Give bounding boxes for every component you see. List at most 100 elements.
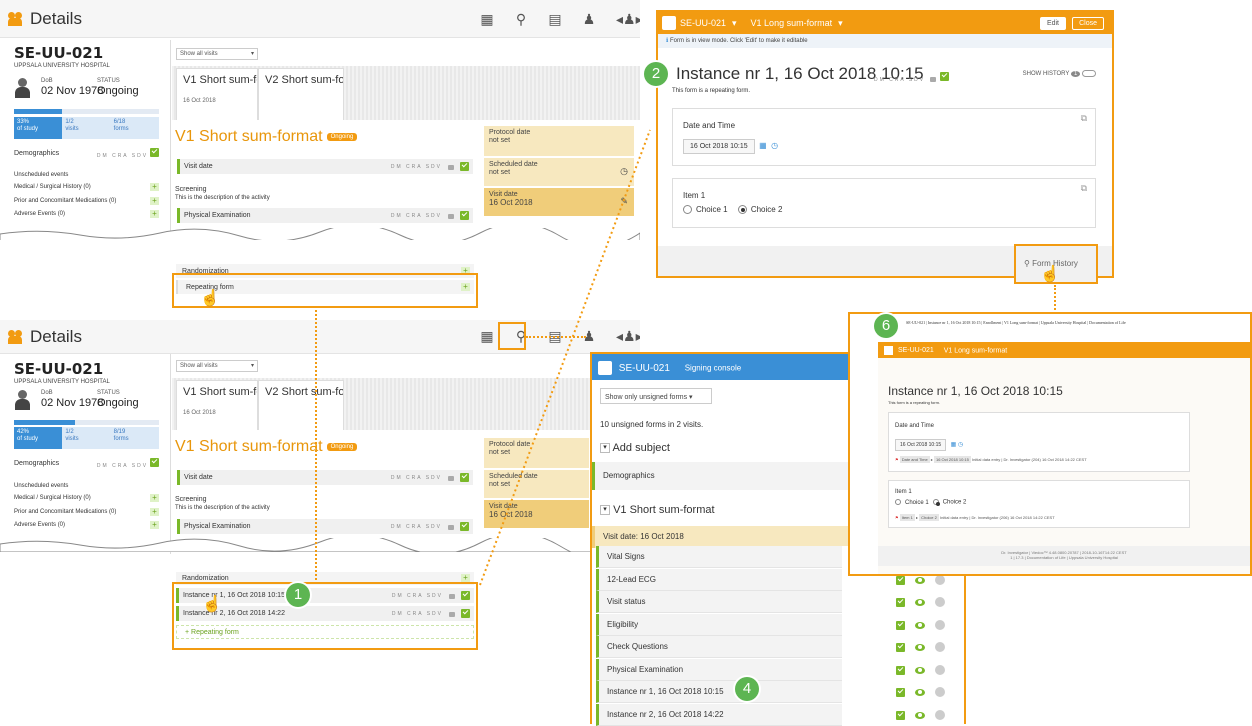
people-icon [8, 12, 26, 26]
visit-name: V1 Long sum-format [750, 18, 833, 28]
signing-form-row[interactable]: 12-Lead ECG [596, 569, 842, 591]
form-name: Instance nr 1, 16 Oct 2018 10:15 [607, 687, 724, 696]
signing-form-row[interactable]: Visit status [596, 591, 842, 613]
history-entry: ⚑ Item 1 ▸ Choice 2 Initial data entry |… [895, 514, 1055, 521]
view-eye-icon[interactable] [915, 711, 925, 719]
form-name: Visit status [607, 597, 646, 606]
copy-icon[interactable]: ⧉ [1081, 183, 1087, 194]
stat-visits: 1/2 visits [65, 119, 79, 132]
form-row-visit-date[interactable]: Visit date DM CRA SDV [177, 159, 473, 174]
view-eye-icon[interactable] [915, 621, 925, 629]
signing-icon[interactable]: ⚲ [514, 11, 528, 27]
sign-icon[interactable] [935, 597, 945, 607]
date-input[interactable]: 16 Oct 2018 10:15 [683, 139, 755, 154]
signed-check-icon [896, 597, 905, 607]
signed-check-icon [896, 687, 905, 697]
form-row-physical-exam[interactable]: Physical Examination DM CRA SDV [177, 519, 473, 534]
view-eye-icon[interactable] [915, 598, 925, 606]
event-row[interactable]: Adverse Events (0) + [14, 521, 159, 529]
signing-form-row[interactable]: Instance nr 1, 16 Oct 2018 10:15 [596, 681, 842, 703]
grid-icon[interactable]: ▦ [480, 11, 494, 27]
avatar [662, 16, 676, 30]
history-repeating-note: This form is a repeating form. [888, 400, 941, 405]
visit-section[interactable]: ▾ V1 Short sum-format [600, 504, 715, 516]
form-name: Eligibility [607, 620, 639, 629]
visit-title: V1 Short sum-format Ongoing [175, 128, 358, 146]
visit-tab[interactable]: V2 Short sum-fo [258, 380, 344, 430]
sign-icon[interactable] [935, 642, 945, 652]
sign-icon[interactable] [935, 665, 945, 675]
stat-forms: 8/19 forms [113, 429, 129, 442]
sign-icon[interactable] [935, 575, 945, 585]
visits-filter[interactable]: Show all visits [176, 360, 258, 372]
unsigned-filter[interactable]: Show only unsigned forms ▾ [600, 388, 712, 404]
view-eye-icon[interactable] [915, 643, 925, 651]
signing-form-row[interactable]: Physical Examination [596, 659, 842, 681]
visit-tab[interactable]: V2 Short sum-fo [258, 68, 344, 120]
choice2-label: Choice 2 [750, 205, 783, 214]
sign-icon[interactable] [935, 620, 945, 630]
demographics-row[interactable]: Demographics DM CRA SDV [14, 148, 159, 159]
history-instance-title: Instance nr 1, 16 Oct 2018 10:15 [888, 384, 1063, 398]
event-row[interactable]: Medical / Surgical History (0) + [14, 183, 159, 191]
progress-bar [14, 109, 159, 114]
status-label: STATUS [97, 390, 120, 396]
form-row-physical-exam[interactable]: Physical Examination DM CRA SDV [177, 208, 473, 223]
signed-check-icon [896, 665, 905, 675]
add-subject-section[interactable]: ▾ Add subject [600, 442, 670, 454]
view-eye-icon[interactable] [915, 688, 925, 696]
form-window-header: SE-UU-021 ▾ V1 Long sum-format ▾ Edit Clos… [658, 12, 1112, 34]
document-icon[interactable]: ▤ [548, 11, 562, 27]
demographics-row[interactable]: Demographics DM CRA SDV [14, 458, 159, 469]
unsigned-summary: 10 unsigned forms in 2 visits. [600, 420, 704, 429]
visits-filter[interactable]: Show all visits [176, 48, 258, 60]
screening-title: Screening [175, 496, 207, 503]
event-row[interactable]: Adverse Events (0) + [14, 210, 159, 218]
connector-line [315, 310, 317, 580]
unscheduled-label: Unscheduled events [14, 483, 69, 489]
form-row-visit-date[interactable]: Visit date DM CRA SDV [177, 470, 473, 485]
status-value: Ongoing [97, 397, 139, 409]
signing-form-row[interactable]: Check Questions [596, 636, 842, 658]
hand-cursor-icon: ☝ [1040, 266, 1060, 283]
event-row[interactable]: Prior and Concomitant Medications (0) + [14, 508, 159, 516]
choice1-radio[interactable] [683, 205, 692, 215]
visit-tab[interactable]: V1 Short sum-fo 16 Oct 2018 [176, 380, 258, 430]
stat-study: 33% of study [14, 117, 63, 139]
clock-icon: ◷ [771, 141, 779, 150]
repeating-note: This form is a repeating form. [672, 88, 751, 94]
visit-title: V1 Short sum-format Ongoing [175, 438, 358, 456]
close-button[interactable]: Close [1072, 16, 1104, 30]
view-eye-icon[interactable] [915, 666, 925, 674]
site-name: UPPSALA UNIVERSITY HOSPITAL [14, 63, 110, 69]
status-label: STATUS [97, 78, 120, 84]
view-eye-icon[interactable] [915, 576, 925, 584]
sign-icon[interactable] [935, 687, 945, 697]
details-title: Details [30, 326, 82, 346]
visit-tab[interactable]: V1 Short sum-fo 16 Oct 2018 [176, 68, 258, 120]
screening-desc: This is the description of the activity [175, 505, 270, 511]
choice2-radio[interactable] [737, 205, 747, 215]
signing-form-row[interactable]: Instance nr 2, 16 Oct 2018 14:22 [596, 704, 842, 726]
event-row[interactable]: Prior and Concomitant Medications (0) + [14, 197, 159, 205]
edit-button[interactable]: Edit [1039, 16, 1066, 30]
signed-check-icon [460, 162, 469, 171]
copy-icon[interactable]: ⧉ [1081, 113, 1087, 124]
search-icon: ⚲ [1024, 259, 1030, 268]
signed-check-icon [150, 148, 159, 157]
callout-2: 2 [644, 62, 668, 86]
sign-icon[interactable] [935, 710, 945, 720]
signing-form-row[interactable]: Vital Signs [596, 546, 842, 568]
avatar [884, 346, 893, 355]
view-mode-note: ℹ Form is in view mode. Click 'Edit' to … [658, 34, 1112, 48]
lock-icon [448, 165, 454, 170]
user-icon[interactable]: ♟ [582, 11, 596, 27]
site-name: UPPSALA UNIVERSITY HOSPITAL [14, 379, 110, 385]
calendar-icon: ▦ [759, 141, 767, 150]
signing-form-row[interactable]: Eligibility [596, 614, 842, 636]
show-history-toggle[interactable]: SHOW HISTORY 1 [1023, 70, 1096, 78]
subject-card: SE-UU-021 UPPSALA UNIVERSITY HOSPITAL Do… [14, 44, 164, 98]
subject-nav-icon[interactable]: ◂♟▸ [616, 11, 640, 27]
lock-icon [448, 525, 454, 530]
event-row[interactable]: Medical / Surgical History (0) + [14, 494, 159, 502]
